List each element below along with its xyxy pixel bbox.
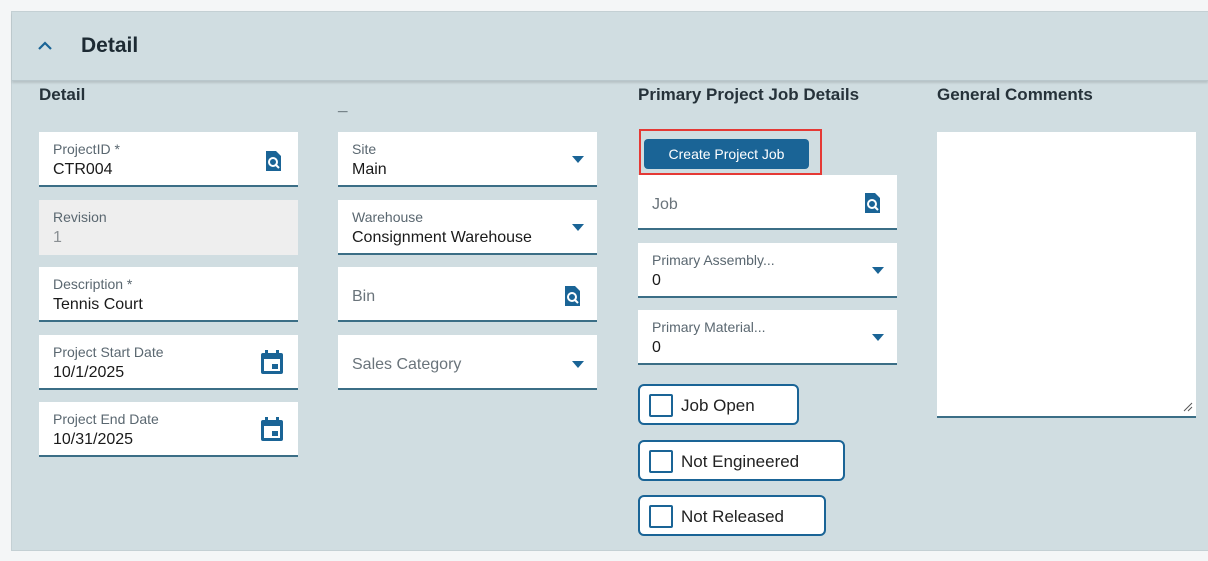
field-value: 0 [652,339,661,356]
field-label: Revision [53,209,107,225]
job-field[interactable]: Job [638,175,897,230]
dropdown-arrow-icon[interactable] [872,267,884,274]
not-engineered-checkbox[interactable]: Not Engineered [638,440,845,481]
field-value: 0 [652,272,661,289]
checkbox-box[interactable] [649,505,673,528]
warehouse-select[interactable]: Warehouse Consignment Warehouse [338,200,597,255]
search-icon[interactable] [561,285,583,307]
job-column-title: Primary Project Job Details [638,85,860,104]
job-open-checkbox[interactable]: Job Open [638,384,799,425]
field-label: Description * [53,276,133,292]
project-id-field[interactable]: ProjectID * CTR004 [39,132,298,187]
dropdown-arrow-icon[interactable] [572,361,584,368]
calendar-icon[interactable] [260,349,284,375]
project-end-date-field[interactable]: Project End Date 10/31/2025 [39,402,298,457]
detail-column-title: Detail [39,85,86,104]
panel-header: Detail [12,12,1208,81]
field-value: 1 [53,229,62,246]
field-value: 10/31/2025 [53,431,134,448]
field-value: Main [352,161,387,178]
project-start-date-field[interactable]: Project Start Date 10/1/2025 [39,335,298,390]
field-value: 10/1/2025 [53,364,125,381]
panel-title: Detail [81,34,139,57]
not-released-checkbox[interactable]: Not Released [638,495,826,536]
search-icon[interactable] [861,192,883,214]
field-label: Primary Material... [652,319,766,335]
revision-field: Revision 1 [39,200,298,255]
calendar-icon[interactable] [260,416,284,442]
field-placeholder: Bin [352,288,376,305]
site-select[interactable]: Site Main [338,132,597,187]
dropdown-arrow-icon[interactable] [872,334,884,341]
create-project-job-button[interactable]: Create Project Job [644,139,809,169]
field-placeholder: Job [652,196,678,213]
checkbox-box[interactable] [649,450,673,473]
sales-category-select[interactable]: Sales Category [338,335,597,390]
dropdown-arrow-icon[interactable] [572,156,584,163]
misc-column-title: _ [338,95,348,114]
checkbox-box[interactable] [649,394,673,417]
comments-column-title: General Comments [937,85,1093,104]
field-value: Consignment Warehouse [352,229,532,246]
resize-grip-icon[interactable] [1183,402,1193,412]
primary-assembly-select[interactable]: Primary Assembly... 0 [638,243,897,298]
field-placeholder: Sales Category [352,356,462,373]
checkbox-label: Not Engineered [681,452,800,471]
primary-material-select[interactable]: Primary Material... 0 [638,310,897,365]
search-icon[interactable] [262,150,284,172]
field-label: Primary Assembly... [652,252,775,268]
field-value: Tennis Court [53,296,143,313]
field-label: Project Start Date [53,344,164,360]
description-field[interactable]: Description * Tennis Court [39,267,298,322]
field-label: Project End Date [53,411,159,427]
field-label: ProjectID * [53,141,120,157]
general-comments-textarea[interactable] [937,132,1196,418]
checkbox-label: Not Released [681,507,785,526]
field-label: Site [352,141,377,157]
checkbox-label: Job Open [681,396,755,415]
dropdown-arrow-icon[interactable] [572,224,584,231]
bin-field[interactable]: Bin [338,267,597,322]
field-value: CTR004 [53,161,113,178]
field-label: Warehouse [352,209,424,225]
chevron-up-icon[interactable] [36,37,54,55]
